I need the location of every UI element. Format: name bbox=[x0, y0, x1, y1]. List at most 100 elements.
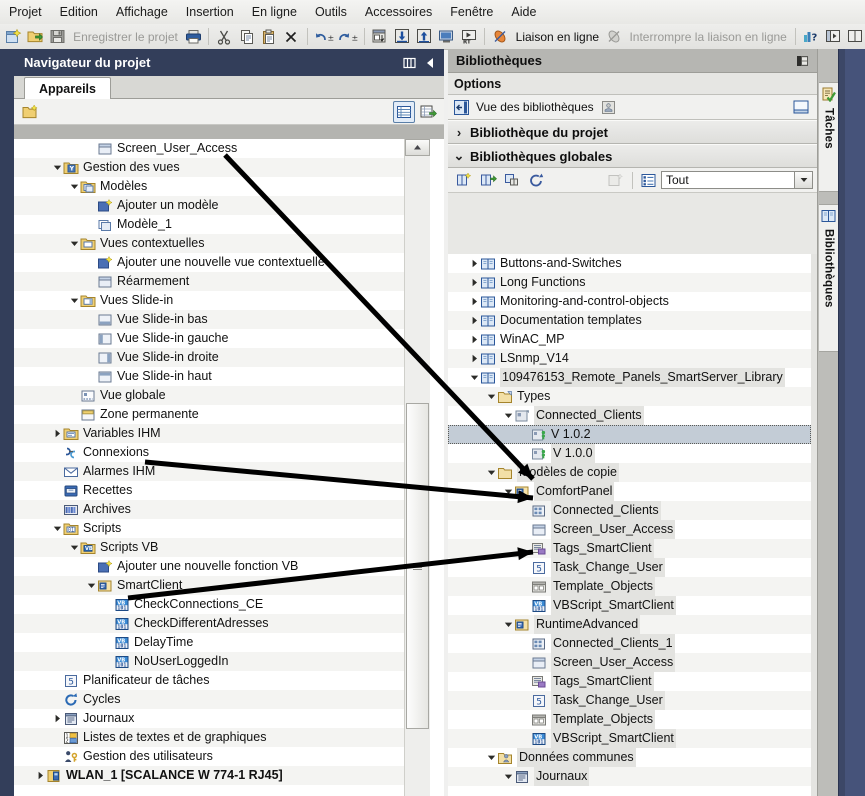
chevron-right-icon[interactable] bbox=[469, 296, 480, 307]
tree-item[interactable]: Archives bbox=[14, 500, 428, 519]
tree-item[interactable]: V 1.0.0 bbox=[448, 444, 811, 463]
tree-item[interactable]: Connected_Clients_1 bbox=[448, 634, 811, 653]
delete-icon[interactable] bbox=[281, 26, 301, 48]
go-offline-label[interactable]: Interrompre la liaison en ligne bbox=[625, 30, 790, 44]
chevron-down-icon[interactable] bbox=[486, 391, 497, 402]
chevron-down-icon[interactable] bbox=[486, 752, 497, 763]
project-tree-scrollbar[interactable] bbox=[404, 139, 430, 796]
chevron-right-icon[interactable] bbox=[52, 428, 63, 439]
redo-icon[interactable]: ± bbox=[337, 26, 359, 48]
new-folder-icon[interactable] bbox=[19, 101, 41, 123]
tree-item[interactable]: 1. 2. Listes de textes et de graphiques bbox=[14, 728, 428, 747]
chevron-down-icon[interactable] bbox=[52, 162, 63, 173]
tree-item[interactable]: WLAN_1 [SCALANCE W 774-1 RJ45] bbox=[14, 766, 428, 785]
tree-item[interactable]: Documentation templates bbox=[448, 311, 811, 330]
project-tree[interactable]: Screen_User_Access Y Gestion des vues Modèl… bbox=[14, 139, 428, 796]
export-icon[interactable] bbox=[417, 101, 439, 123]
tree-item[interactable]: Vues contextuelles bbox=[14, 234, 428, 253]
tree-item[interactable]: 5 Task_Change_User bbox=[448, 558, 811, 577]
tree-item[interactable]: VB 101 VBScript_SmartClient bbox=[448, 729, 811, 748]
chevron-right-icon[interactable] bbox=[469, 334, 480, 345]
library-filter-select[interactable]: Tout bbox=[661, 171, 813, 189]
chevron-right-icon[interactable] bbox=[469, 315, 480, 326]
tree-item[interactable]: RuntimeAdvanced bbox=[448, 615, 811, 634]
chevron-down-icon[interactable] bbox=[52, 523, 63, 534]
menu-item-projet[interactable]: Projet bbox=[0, 3, 51, 21]
tree-item[interactable]: Ajouter une nouvelle fonction VB bbox=[14, 557, 428, 576]
chevron-right-icon[interactable] bbox=[469, 258, 480, 269]
tree-item[interactable]: VB 101 NoUserLoggedIn bbox=[14, 652, 428, 671]
tree-item[interactable]: Connected_Clients bbox=[448, 501, 811, 520]
tree-item[interactable]: Zone permanente bbox=[14, 405, 428, 424]
chevron-down-icon[interactable] bbox=[486, 467, 497, 478]
chevron-down-icon[interactable] bbox=[69, 238, 80, 249]
chevron-down-icon[interactable] bbox=[503, 486, 514, 497]
tree-item[interactable]: Vues Slide-in bbox=[14, 291, 428, 310]
tree-item[interactable]: Connected_Clients bbox=[448, 406, 811, 425]
collapse-left-icon[interactable] bbox=[425, 57, 436, 69]
tree-item[interactable]: LSnmp_V14 bbox=[448, 349, 811, 368]
open-global-library-icon[interactable] bbox=[453, 169, 475, 191]
chevron-down-icon[interactable] bbox=[503, 771, 514, 782]
new-project-icon[interactable] bbox=[3, 26, 23, 48]
library-view-icon[interactable] bbox=[454, 99, 469, 115]
tree-item[interactable]: Vue Slide-in droite bbox=[14, 348, 428, 367]
tree-item[interactable]: Y Gestion des vues bbox=[14, 158, 428, 177]
chevron-down-icon[interactable] bbox=[86, 580, 97, 591]
tree-item[interactable]: 109476153_Remote_Panels_SmartServer_Libr… bbox=[448, 368, 811, 387]
tree-item[interactable]: Ajouter un modèle bbox=[14, 196, 428, 215]
tree-item[interactable]: Template_Objects bbox=[448, 577, 811, 596]
tree-item[interactable]: SmartClient bbox=[14, 576, 428, 595]
start-simulation-icon[interactable] bbox=[437, 26, 457, 48]
tree-item[interactable]: Gestion des utilisateurs bbox=[14, 747, 428, 766]
start-runtime-icon[interactable]: RT bbox=[459, 26, 479, 48]
open-project-icon[interactable] bbox=[25, 26, 45, 48]
chevron-down-icon[interactable] bbox=[69, 542, 80, 553]
chevron-right-icon[interactable] bbox=[35, 770, 46, 781]
tree-item[interactable]: VB 101 CheckConnections_CE bbox=[14, 595, 428, 614]
tree-item[interactable]: Vue Slide-in bas bbox=[14, 310, 428, 329]
tree-item[interactable]: Connexions bbox=[14, 443, 428, 462]
chevron-down-icon[interactable] bbox=[794, 172, 812, 188]
tree-item[interactable]: Buttons-and-Switches bbox=[448, 254, 811, 273]
copy-icon[interactable] bbox=[237, 26, 257, 48]
save-global-library-icon[interactable] bbox=[477, 169, 499, 191]
tree-item[interactable]: 01 Scripts bbox=[14, 519, 428, 538]
undo-icon[interactable]: ± bbox=[313, 26, 335, 48]
menu-item-edition[interactable]: Edition bbox=[51, 3, 107, 21]
tree-item[interactable]: Tags_SmartClient bbox=[448, 539, 811, 558]
tree-item[interactable]: VB 101 DelayTime bbox=[14, 633, 428, 652]
tree-item[interactable]: Screen_User_Access bbox=[448, 653, 811, 672]
close-editor-icon[interactable] bbox=[823, 26, 843, 48]
tree-item[interactable]: Template_Objects bbox=[448, 710, 811, 729]
tree-item[interactable]: VB 101 VBScript_SmartClient bbox=[448, 596, 811, 615]
tree-item[interactable]: 5 Planificateur de tâches bbox=[14, 671, 428, 690]
tree-item[interactable]: VB 101 CheckDifferentAdresses bbox=[14, 614, 428, 633]
compile-icon[interactable] bbox=[369, 26, 389, 48]
chevron-down-icon[interactable] bbox=[69, 181, 80, 192]
vertical-tab-bibliotheques[interactable]: Bibliothèques bbox=[819, 204, 839, 352]
menu-item-aide[interactable]: Aide bbox=[502, 3, 545, 21]
menu-item-insertion[interactable]: Insertion bbox=[177, 3, 243, 21]
print-icon[interactable] bbox=[183, 26, 203, 48]
paste-icon[interactable] bbox=[259, 26, 279, 48]
tree-item[interactable]: VB Scripts VB bbox=[14, 538, 428, 557]
tree-item[interactable]: Alarmes IHM bbox=[14, 462, 428, 481]
refresh-library-icon[interactable] bbox=[525, 169, 547, 191]
tree-item[interactable]: 5 Task_Change_User bbox=[448, 691, 811, 710]
new-global-library-icon[interactable] bbox=[501, 169, 523, 191]
chevron-right-icon[interactable] bbox=[469, 353, 480, 364]
library-view-label[interactable]: Vue des bibliothèques bbox=[476, 100, 594, 114]
chevron-right-icon[interactable] bbox=[52, 713, 63, 724]
chevron-down-icon[interactable] bbox=[503, 410, 514, 421]
scroll-up-icon[interactable] bbox=[405, 139, 430, 156]
tree-item[interactable]: Long Functions bbox=[448, 273, 811, 292]
tree-item[interactable]: Journaux bbox=[14, 709, 428, 728]
help-search-icon[interactable]: ? bbox=[801, 26, 821, 48]
section-project-library[interactable]: › Bibliothèque du projet bbox=[448, 120, 817, 144]
split-editor-icon[interactable] bbox=[846, 26, 865, 48]
tree-item[interactable]: Ajouter une nouvelle vue contextuelle bbox=[14, 253, 428, 272]
tree-item[interactable]: Modèles de copie bbox=[448, 463, 811, 482]
library-manage-icon[interactable] bbox=[601, 100, 616, 115]
save-project-label[interactable]: Enregistrer le projet bbox=[69, 30, 182, 44]
